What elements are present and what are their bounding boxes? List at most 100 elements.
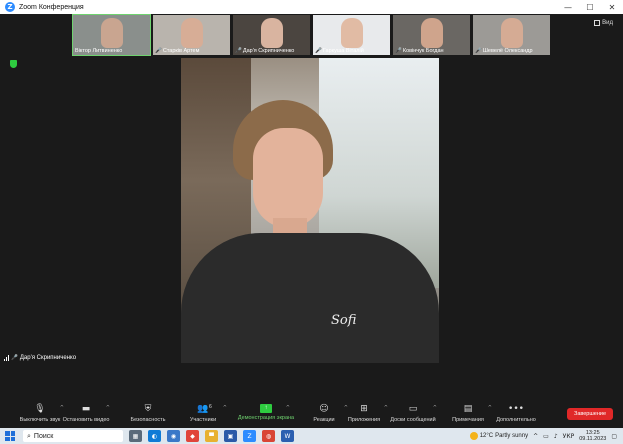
toolbar-label: Приложения xyxy=(347,417,381,423)
volume-icon[interactable]: ♪ xyxy=(554,433,558,440)
search-placeholder: Поиск xyxy=(33,432,54,440)
participant-name-label: 🎤 Гаркуша Віталій xyxy=(315,48,364,54)
mic-muted-icon: 🎤 xyxy=(235,48,242,54)
participant-video xyxy=(340,18,363,48)
chevron-up-icon[interactable]: ^ xyxy=(433,405,437,411)
participant-video xyxy=(500,18,523,48)
taskbar-app-icon[interactable]: ▣ xyxy=(224,430,237,442)
taskbar-app-icon[interactable]: Z xyxy=(243,430,256,442)
more-icon: ••• xyxy=(508,404,524,414)
view-label: Вид xyxy=(602,20,613,26)
taskbar-clock[interactable]: 13:25 09.11.2023 xyxy=(579,430,606,442)
active-speaker-video[interactable]: Sofi xyxy=(181,58,439,363)
mic-muted-icon: 🎤 xyxy=(315,48,322,54)
meeting-toolbar: Завершение 🎙 Выключить звук ^ ▬ Остановить в… xyxy=(0,400,623,428)
toolbar-label: Доски сообщений xyxy=(390,417,436,423)
chevron-up-icon[interactable]: ^ xyxy=(286,405,290,411)
taskbar-search[interactable]: ⌕ Поиск xyxy=(23,430,123,442)
end-meeting-button[interactable]: Завершение xyxy=(567,408,613,420)
participant-name: Дар'я Скрипниченко xyxy=(242,48,295,54)
taskbar-app-icon[interactable]: ◆ xyxy=(186,430,199,442)
stop-video-button[interactable]: ▬ Остановить видео ^ xyxy=(58,403,114,423)
taskbar-app-icon[interactable]: W xyxy=(281,430,294,442)
system-tray: 12°C Partly sunny ^ ▭ ♪ УКР 13:25 09.11.… xyxy=(469,428,623,444)
grid-view-icon xyxy=(594,20,601,26)
window-controls: — ☐ ✕ xyxy=(557,0,623,14)
toolbar-label: Дополнительно xyxy=(496,417,536,423)
mic-muted-icon: 🎤 xyxy=(11,355,18,361)
participant-thumbnail[interactable]: 🎤 Гаркуша Віталій xyxy=(312,14,391,56)
toolbar-label: Примечания xyxy=(452,417,484,423)
taskbar-app-icon[interactable]: ◍ xyxy=(262,430,275,442)
weather-widget[interactable]: 12°C Partly sunny xyxy=(469,432,529,440)
participant-gallery: Віктор Литвиненко 🎤 Старків Артем 🎤 Дар'я Ск… xyxy=(72,14,551,56)
close-button[interactable]: ✕ xyxy=(601,0,623,14)
zoom-logo-icon: Z xyxy=(5,2,15,12)
chevron-up-icon[interactable]: ^ xyxy=(223,405,227,411)
participant-name-label: 🎤 Шевелё Олександр xyxy=(475,48,533,54)
participant-thumbnail[interactable]: 🎤 Дар'я Скрипниченко xyxy=(232,14,311,56)
participant-video xyxy=(180,18,203,48)
jacket-print-text: Sofi xyxy=(331,313,357,328)
taskbar-app-icon[interactable]: ◉ xyxy=(167,430,180,442)
participant-name: Гаркуша Віталій xyxy=(322,48,364,54)
participant-name: Віктор Литвиненко xyxy=(75,48,123,54)
participants-button[interactable]: 👥 6 Участники ^ xyxy=(175,403,231,423)
microphone-icon: 🎙 xyxy=(34,404,46,414)
view-button[interactable]: Вид xyxy=(594,20,613,26)
apps-icon: ⊞ xyxy=(360,404,368,414)
speaker-name-label: 🎤 Дар'я Скрипниченко xyxy=(4,355,76,361)
participant-thumbnail[interactable]: Віктор Литвиненко xyxy=(72,14,151,56)
security-button[interactable]: ⛨ Безопасность xyxy=(120,403,176,423)
signal-strength-icon xyxy=(4,355,9,361)
participant-name-label: Віктор Литвиненко xyxy=(75,48,122,54)
participant-thumbnail[interactable]: 🎤 Старків Артем xyxy=(152,14,231,56)
share-screen-button[interactable]: ↑ Демонстрация экрана ^ xyxy=(238,403,294,421)
participant-name: Шевелё Олександр xyxy=(482,48,533,54)
participant-video xyxy=(260,18,283,48)
participant-name-label: 🎤 Ковінчук Богдан xyxy=(395,48,444,54)
toolbar-label: Безопасность xyxy=(130,417,166,423)
camera-icon: ▬ xyxy=(81,404,91,414)
toolbar-label: Выключить звук xyxy=(19,417,61,423)
toolbar-label: Остановить видео xyxy=(62,417,110,423)
taskbar-app-icon[interactable]: ▀ xyxy=(205,430,218,442)
speaker-name: Дар'я Скрипниченко xyxy=(19,355,77,361)
participant-name: Старків Артем xyxy=(162,48,200,54)
search-icon: ⌕ xyxy=(27,431,31,440)
participant-video xyxy=(420,18,443,48)
encryption-shield-icon[interactable] xyxy=(10,60,17,68)
network-icon[interactable]: ▭ xyxy=(543,433,549,440)
notifications-icon[interactable]: ▢ xyxy=(611,433,617,440)
participant-name-label: 🎤 Старків Артем xyxy=(155,48,199,54)
participants-icon: 👥 xyxy=(197,404,209,414)
toolbar-label: Реакции xyxy=(313,417,335,423)
whiteboards-button[interactable]: ▭ Доски сообщений ^ xyxy=(385,403,441,423)
mic-muted-icon: 🎤 xyxy=(395,48,402,54)
tray-chevron-icon[interactable]: ^ xyxy=(533,433,538,440)
window-title: Zoom Конференция xyxy=(19,3,84,11)
participant-name: Ковінчук Богдан xyxy=(402,48,444,54)
toolbar-label: Демонстрация экрана xyxy=(237,415,295,421)
sun-icon xyxy=(469,432,478,440)
apps-button[interactable]: ⊞ Приложения ^ xyxy=(336,403,392,423)
windows-start-icon[interactable] xyxy=(5,431,15,441)
participants-count: 6 xyxy=(209,404,212,410)
mic-muted-icon: 🎤 xyxy=(475,48,482,54)
maximize-button[interactable]: ☐ xyxy=(579,0,601,14)
taskbar-apps: ▦ ◐ ◉ ◆ ▀ ▣ Z ◍ W xyxy=(129,430,294,442)
title-bar: Z Zoom Конференция — ☐ ✕ xyxy=(0,0,623,14)
language-indicator[interactable]: УКР xyxy=(563,433,575,440)
mic-muted-icon: 🎤 xyxy=(155,48,162,54)
windows-taskbar: ⌕ Поиск ▦ ◐ ◉ ◆ ▀ ▣ Z ◍ W 12°C Partly sunny ^ ▭ … xyxy=(0,428,623,444)
share-screen-icon: ↑ xyxy=(260,404,272,413)
whiteboard-icon: ▭ xyxy=(408,404,418,414)
weather-desc: Partly sunny xyxy=(495,433,529,439)
chevron-up-icon[interactable]: ^ xyxy=(106,405,110,411)
minimize-button[interactable]: — xyxy=(557,0,579,14)
participant-thumbnail[interactable]: 🎤 Ковінчук Богдан xyxy=(392,14,471,56)
participant-thumbnail[interactable]: 🎤 Шевелё Олександр xyxy=(472,14,551,56)
taskbar-app-icon[interactable]: ◐ xyxy=(148,430,161,442)
more-button[interactable]: ••• Дополнительно xyxy=(488,403,544,423)
taskbar-app-icon[interactable]: ▦ xyxy=(129,430,142,442)
